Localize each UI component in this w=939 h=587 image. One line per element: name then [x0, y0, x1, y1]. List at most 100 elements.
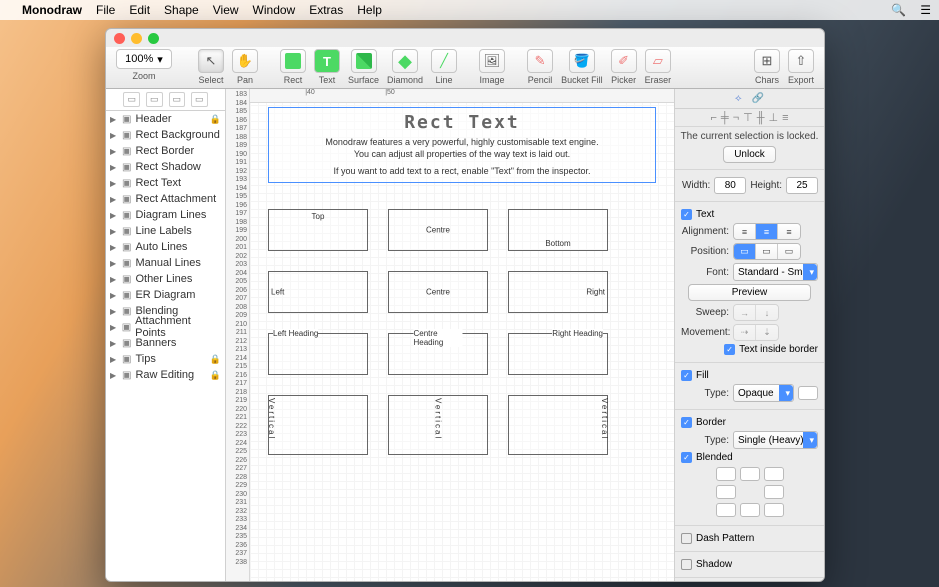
rect-right-heading[interactable]: Right Heading [508, 333, 608, 375]
border-type-select[interactable]: Single (Heavy) [733, 431, 818, 449]
sidebar-item[interactable]: ▶▣ER Diagram [106, 287, 225, 303]
canvas[interactable]: |40|50 Rect Text Monodraw features a ver… [250, 89, 674, 581]
dash-checkbox[interactable] [681, 533, 692, 544]
menu-view[interactable]: View [213, 3, 239, 17]
rect-vert-1[interactable]: Vertical [268, 395, 368, 455]
fill-type-select[interactable]: Opaque [733, 384, 794, 402]
rect-top[interactable]: Top [268, 209, 368, 251]
sidebar-item[interactable]: ▶▣Rect Attachment [106, 191, 225, 207]
height-input[interactable] [786, 177, 818, 194]
rect-right[interactable]: Right [508, 271, 608, 313]
picker-tool[interactable]: ✐ [611, 49, 637, 73]
width-input[interactable] [714, 177, 746, 194]
menu-help[interactable]: Help [357, 3, 382, 17]
list-icon[interactable]: ☰ [920, 3, 931, 17]
image-tool[interactable]: 🖼 [479, 49, 505, 73]
border-swatch[interactable] [716, 503, 736, 517]
sidebar-item[interactable]: ▶▣Tips🔒 [106, 351, 225, 367]
sidebar-item[interactable]: ▶▣Manual Lines [106, 255, 225, 271]
rect-vert-2[interactable]: Vertical [388, 395, 488, 455]
menu-window[interactable]: Window [253, 3, 296, 17]
text-tool[interactable]: T [314, 49, 340, 73]
sidebar-item[interactable]: ▶▣Rect Background [106, 127, 225, 143]
sidebar-item[interactable]: ▶▣Other Lines [106, 271, 225, 287]
sidebar-item-label: Attachment Points [135, 315, 221, 339]
align-top-icon[interactable]: ⊤ [743, 111, 753, 124]
rect-left-heading[interactable]: Left Heading [268, 333, 368, 375]
sweep-segmented[interactable]: →↓ [733, 304, 779, 321]
rect-left[interactable]: Left [268, 271, 368, 313]
app-name[interactable]: Monodraw [22, 3, 82, 17]
selected-rect[interactable]: Rect Text Monodraw features a very power… [268, 107, 656, 183]
zoom-button[interactable] [148, 33, 159, 44]
align-bottom-icon[interactable]: ⊥ [769, 111, 779, 124]
zoom-combo[interactable]: 100%▾ [116, 49, 172, 69]
menu-shape[interactable]: Shape [164, 3, 199, 17]
surface-tool[interactable] [351, 49, 377, 73]
border-swatch[interactable] [764, 485, 784, 499]
border-swatch[interactable] [764, 503, 784, 517]
blended-checkbox[interactable]: ✓ [681, 452, 692, 463]
border-checkbox[interactable]: ✓ [681, 417, 692, 428]
rect-centre-v[interactable]: Centre [388, 209, 488, 251]
close-button[interactable] [114, 33, 125, 44]
menu-file[interactable]: File [96, 3, 115, 17]
shadow-checkbox[interactable] [681, 559, 692, 570]
export-button[interactable]: ⇧ [788, 49, 814, 73]
layers-list[interactable]: ▶▣Header🔒▶▣Rect Background▶▣Rect Border▶… [106, 111, 225, 581]
border-swatch[interactable] [740, 503, 760, 517]
sidebar-btn-2[interactable]: ▭ [146, 92, 163, 107]
rect-vert-3[interactable]: Vertical [508, 395, 608, 455]
sidebar-item[interactable]: ▶▣Auto Lines [106, 239, 225, 255]
line-tool[interactable]: ╱ [431, 49, 457, 73]
movement-segmented[interactable]: ⇢⇣ [733, 324, 779, 341]
sidebar-btn-3[interactable]: ▭ [169, 92, 186, 107]
position-segmented[interactable]: ▭▭▭ [733, 243, 801, 260]
pan-tool[interactable]: ✋ [232, 49, 258, 73]
border-swatch[interactable] [740, 467, 760, 481]
rect-centre-h[interactable]: Centre [388, 271, 488, 313]
menu-extras[interactable]: Extras [309, 3, 343, 17]
disclosure-icon: ▶ [110, 211, 118, 220]
alignment-segmented[interactable]: ≡≡≡ [733, 223, 801, 240]
sidebar-item[interactable]: ▶▣Header🔒 [106, 111, 225, 127]
diamond-tool[interactable]: ◆ [392, 49, 418, 73]
select-tool[interactable]: ↖ [198, 49, 224, 73]
chars-button[interactable]: ⊞ [754, 49, 780, 73]
sidebar-item[interactable]: ▶▣Line Labels [106, 223, 225, 239]
rect-bottom[interactable]: Bottom [508, 209, 608, 251]
sidebar-item[interactable]: ▶▣Raw Editing🔒 [106, 367, 225, 383]
fill-color-swatch[interactable] [798, 386, 818, 400]
tab-adjust-icon[interactable]: ⟡ [735, 93, 742, 104]
sidebar-btn-1[interactable]: ▭ [123, 92, 140, 107]
align-center-v-icon[interactable]: ╫ [757, 112, 765, 124]
rect-centre-heading[interactable]: Centre Heading [388, 333, 488, 375]
align-right-icon[interactable]: ¬ [733, 112, 739, 124]
border-swatch[interactable] [716, 467, 736, 481]
bucket-tool[interactable]: 🪣 [569, 49, 595, 73]
fill-checkbox[interactable]: ✓ [681, 370, 692, 381]
sidebar-btn-4[interactable]: ▭ [191, 92, 208, 107]
sidebar-item[interactable]: ▶▣Rect Text [106, 175, 225, 191]
tab-link-icon[interactable]: 🔗 [752, 93, 764, 104]
unlock-button[interactable]: Unlock [723, 146, 776, 163]
eraser-tool[interactable]: ▱ [645, 49, 671, 73]
preview-button[interactable]: Preview [688, 284, 811, 301]
border-swatch[interactable] [716, 485, 736, 499]
menu-edit[interactable]: Edit [129, 3, 150, 17]
text-inside-checkbox[interactable]: ✓ [724, 344, 735, 355]
align-left-icon[interactable]: ⌐ [710, 112, 716, 124]
rect-tool[interactable] [280, 49, 306, 73]
sidebar-item[interactable]: ▶▣Diagram Lines [106, 207, 225, 223]
align-center-h-icon[interactable]: ╪ [721, 112, 729, 124]
pencil-tool[interactable]: ✎ [527, 49, 553, 73]
distribute-icon[interactable]: ≡ [782, 112, 788, 124]
font-select[interactable]: Standard - Small [733, 263, 818, 281]
border-swatch[interactable] [764, 467, 784, 481]
sidebar-item[interactable]: ▶▣Attachment Points [106, 319, 225, 335]
minimize-button[interactable] [131, 33, 142, 44]
spotlight-icon[interactable]: 🔍 [891, 3, 906, 17]
sidebar-item[interactable]: ▶▣Rect Shadow [106, 159, 225, 175]
sidebar-item[interactable]: ▶▣Rect Border [106, 143, 225, 159]
text-checkbox[interactable]: ✓ [681, 209, 692, 220]
